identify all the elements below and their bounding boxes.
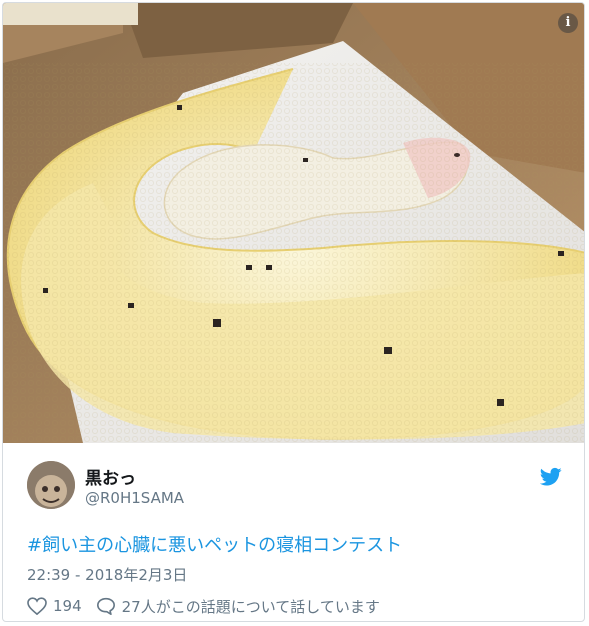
info-icon[interactable]: i [558, 13, 578, 33]
avatar-image [27, 461, 75, 509]
speech-bubble-icon [96, 597, 115, 615]
like-button[interactable]: 194 [27, 597, 82, 615]
tweet-actions: 194 27人がこの話題について話しています [27, 595, 380, 617]
heart-icon [27, 597, 47, 615]
conversation-text: 27人がこの話題について話しています [121, 597, 380, 616]
reply-button[interactable]: 27人がこの話題について話しています [96, 596, 380, 617]
tweet-photo[interactable]: i [3, 3, 584, 443]
display-name[interactable]: 黒おっ [85, 464, 136, 489]
info-glyph: i [565, 15, 571, 30]
hashtag-link[interactable]: #飼い主の心臓に悪いペットの寝相コンテスト [27, 531, 402, 557]
snake-in-box-image [3, 3, 584, 443]
tweet-timestamp[interactable]: 22:39 - 2018年2月3日 [27, 564, 187, 585]
twitter-bird-icon[interactable] [540, 467, 562, 487]
tweet-card: i 黒おっ @R0H1SAMA #飼い主の心臓に悪いペットの寝相コンテスト 22… [2, 2, 585, 622]
avatar[interactable] [27, 461, 75, 509]
user-handle[interactable]: @R0H1SAMA [85, 489, 184, 507]
like-count: 194 [53, 597, 82, 615]
